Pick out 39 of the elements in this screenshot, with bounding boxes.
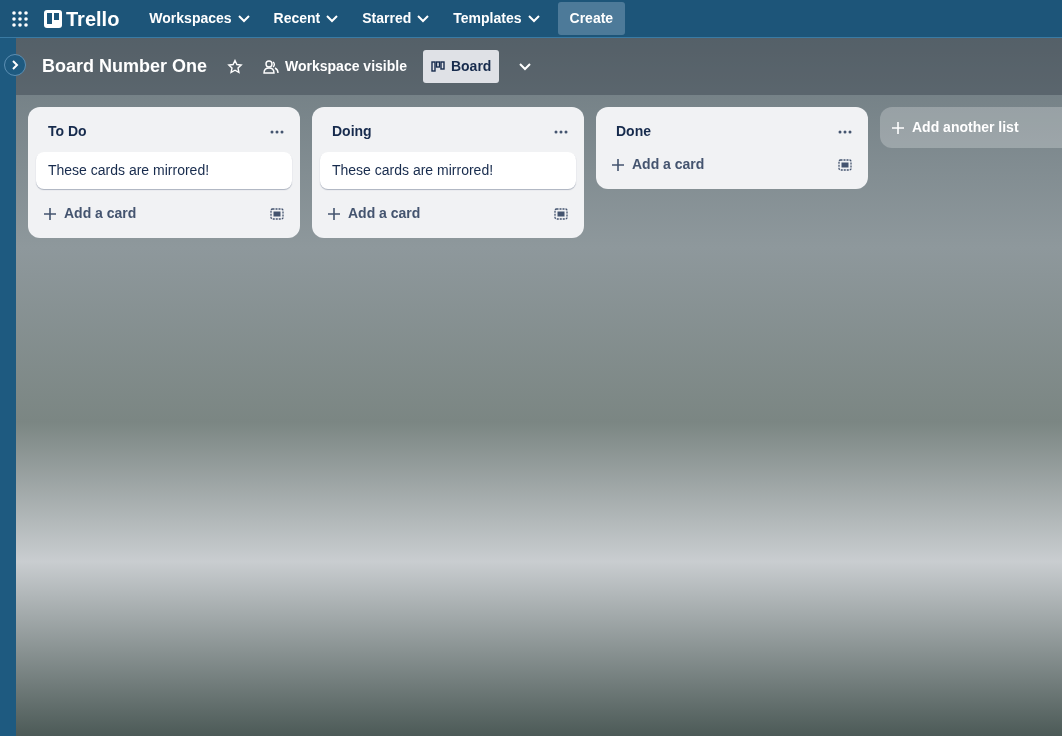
card-item[interactable]: These cards are mirrored! bbox=[320, 152, 576, 189]
visibility-button[interactable]: Workspace visible bbox=[255, 50, 415, 83]
chevron-down-icon bbox=[326, 14, 339, 23]
plus-icon bbox=[612, 158, 624, 171]
people-icon bbox=[263, 59, 280, 74]
card-item[interactable]: These cards are mirrored! bbox=[36, 152, 292, 189]
nav-menu-button[interactable]: Workspaces bbox=[139, 2, 260, 35]
template-icon bbox=[554, 207, 568, 220]
chevron-down-icon bbox=[237, 14, 250, 23]
board-view-tab[interactable]: Board bbox=[422, 50, 500, 83]
chevron-down-icon bbox=[417, 14, 430, 23]
create-button[interactable]: Create bbox=[557, 2, 626, 35]
chevron-down-icon bbox=[527, 14, 540, 23]
nav-menu-button[interactable]: Templates bbox=[443, 2, 550, 35]
more-icon bbox=[554, 129, 568, 134]
board-logo-icon bbox=[44, 9, 62, 28]
template-icon bbox=[270, 207, 284, 220]
chevron-right-icon bbox=[11, 60, 19, 70]
template-icon bbox=[838, 158, 852, 171]
add-card-button[interactable]: Add a card bbox=[604, 148, 713, 181]
board-view-icon bbox=[430, 60, 445, 73]
star-icon bbox=[227, 58, 244, 75]
list-title: Done bbox=[615, 122, 652, 141]
list-title: To Do bbox=[47, 122, 88, 141]
nav-menu-button[interactable]: Recent bbox=[263, 2, 349, 35]
logo-text: Trello bbox=[66, 6, 120, 32]
plus-icon bbox=[44, 207, 56, 220]
chevron-down-icon bbox=[519, 62, 532, 71]
nav-menu-button[interactable]: Starred bbox=[352, 2, 440, 35]
plus-icon bbox=[328, 207, 340, 220]
list-title: Doing bbox=[331, 122, 373, 141]
grid-icon bbox=[12, 10, 28, 27]
add-card-button[interactable]: Add a card bbox=[36, 197, 145, 230]
board-title: Board Number One bbox=[42, 55, 208, 78]
add-card-button[interactable]: Add a card bbox=[320, 197, 429, 230]
plus-icon bbox=[892, 121, 904, 134]
more-icon bbox=[270, 129, 284, 134]
expand-sidebar-button[interactable] bbox=[4, 54, 26, 76]
more-icon bbox=[838, 129, 852, 134]
